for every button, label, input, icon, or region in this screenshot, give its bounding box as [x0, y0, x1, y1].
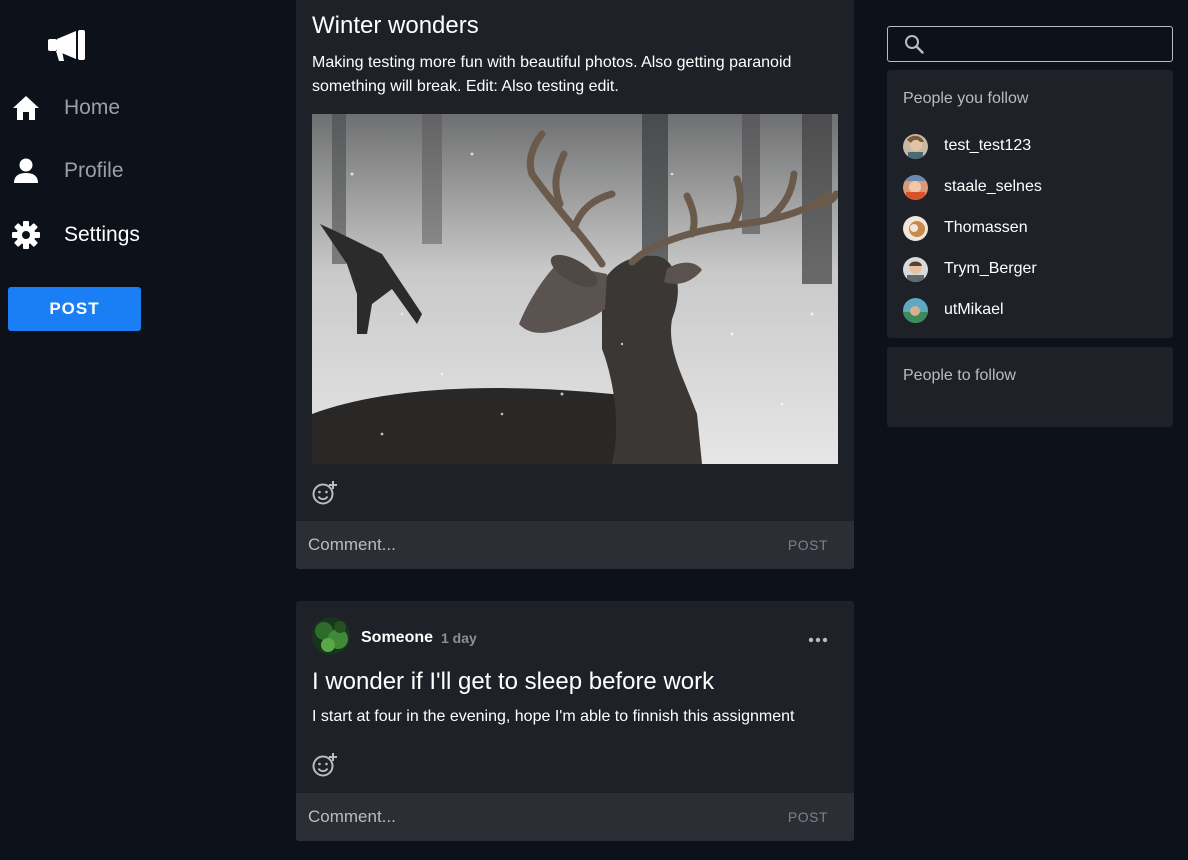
search-box — [887, 26, 1173, 63]
panel-title: People you follow — [903, 90, 1029, 107]
followed-user-item[interactable]: Thomassen — [903, 215, 1028, 241]
following-panel: People you follow test_test123 staale_se… — [887, 70, 1173, 338]
post-card: Someone 1 day I wonder if I'll get to sl… — [296, 601, 854, 841]
user-icon — [10, 155, 42, 187]
post-timestamp: 1 day — [441, 630, 477, 646]
gear-icon — [10, 219, 42, 251]
add-reaction-icon[interactable] — [312, 752, 338, 778]
avatar — [903, 256, 928, 282]
post-author[interactable]: Someone — [361, 629, 433, 647]
followed-user-name: staale_selnes — [944, 178, 1042, 195]
comment-bar: POST — [296, 793, 854, 841]
avatar — [903, 215, 928, 241]
panel-title: People to follow — [903, 367, 1016, 384]
followed-user-item[interactable]: staale_selnes — [903, 174, 1042, 200]
followed-user-name: Trym_Berger — [944, 260, 1037, 277]
post-image[interactable] — [312, 114, 838, 464]
sidebar-item-profile[interactable]: Profile — [10, 151, 124, 191]
comment-input[interactable] — [296, 521, 766, 569]
post-card: Winter wonders Making testing more fun w… — [296, 0, 854, 569]
search-icon — [904, 34, 924, 54]
followed-user-name: test_test123 — [944, 137, 1032, 154]
suggestions-panel: People to follow — [887, 347, 1173, 427]
avatar — [903, 133, 928, 159]
sidebar-item-settings[interactable]: Settings — [10, 215, 140, 255]
home-icon — [10, 92, 42, 124]
search-input[interactable] — [932, 27, 1166, 63]
new-post-button[interactable]: POST — [8, 287, 141, 331]
avatar — [903, 174, 928, 200]
followed-user-item[interactable]: Trym_Berger — [903, 256, 1037, 282]
comment-bar: POST — [296, 521, 854, 569]
comment-post-button[interactable]: POST — [788, 793, 828, 841]
followed-user-item[interactable]: test_test123 — [903, 133, 1031, 159]
post-title: Winter wonders — [312, 12, 479, 39]
followed-user-name: Thomassen — [944, 219, 1028, 236]
sidebar-item-home[interactable]: Home — [10, 88, 120, 128]
post-body: I start at four in the evening, hope I'm… — [312, 708, 795, 725]
followed-user-name: utMikael — [944, 301, 1004, 318]
megaphone-icon[interactable] — [46, 28, 88, 64]
comment-input[interactable] — [296, 793, 766, 841]
more-options-icon[interactable] — [808, 631, 828, 643]
sidebar-item-label: Home — [64, 96, 121, 119]
sidebar-item-label: Profile — [64, 159, 124, 182]
post-title: I wonder if I'll get to sleep before wor… — [312, 668, 715, 695]
post-body: Making testing more fun with beautiful p… — [312, 54, 792, 95]
add-reaction-icon[interactable] — [312, 480, 338, 506]
avatar — [903, 297, 928, 323]
sidebar-item-label: Settings — [64, 223, 140, 246]
followed-user-item[interactable]: utMikael — [903, 297, 1004, 323]
comment-post-button[interactable]: POST — [788, 521, 828, 569]
avatar[interactable] — [312, 617, 350, 655]
